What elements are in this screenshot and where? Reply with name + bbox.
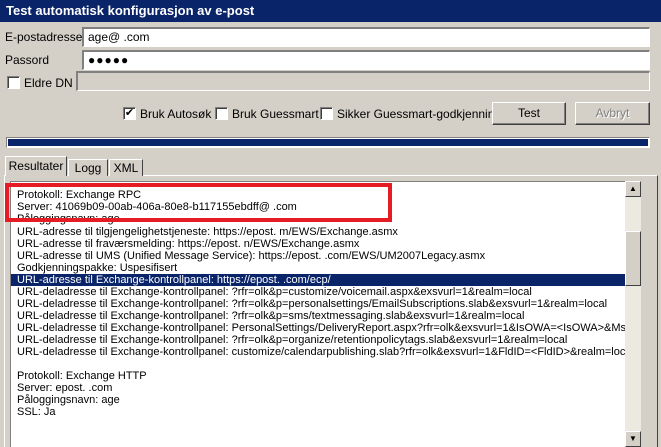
result-line[interactable]: URL-adresse til fraværsmelding: https://… xyxy=(11,238,641,250)
tab-resultater[interactable]: Resultater xyxy=(5,156,67,176)
password-field[interactable]: ●●●●● xyxy=(82,50,650,70)
test-button[interactable]: Test xyxy=(492,102,566,125)
window-title: Test automatisk konfigurasjon av e-post xyxy=(0,0,661,22)
scroll-thumb[interactable] xyxy=(625,231,641,286)
guessmart-checkbox[interactable] xyxy=(215,107,228,120)
result-line[interactable]: Påloggingsnavn: age xyxy=(11,394,641,406)
result-line[interactable]: Godkjenningspakke: Uspesifisert xyxy=(11,262,641,274)
check-mark-icon: ✔ xyxy=(124,107,135,119)
result-line[interactable]: URL-deladresse til Exchange-kontrollpane… xyxy=(11,298,641,310)
secure-guessmart-label: Sikker Guessmart-godkjenning xyxy=(337,107,502,121)
progress-bar xyxy=(6,137,650,148)
email-field[interactable]: age@ .com xyxy=(82,27,650,47)
results-scrollbar[interactable]: ▲ ▼ xyxy=(625,181,641,447)
result-line[interactable] xyxy=(11,358,641,370)
legacy-dn-checkbox[interactable] xyxy=(7,76,20,89)
result-line[interactable]: Server: epost. .com xyxy=(11,382,641,394)
email-label: E-postadresse xyxy=(5,30,83,44)
result-line[interactable]: SSL: Ja xyxy=(11,406,641,418)
scroll-down-button[interactable]: ▼ xyxy=(625,431,641,447)
secure-guessmart-checkbox[interactable] xyxy=(320,107,333,120)
guessmart-label: Bruk Guessmart xyxy=(232,107,319,121)
legacy-dn-field xyxy=(76,71,650,91)
result-line[interactable]: URL-adresse til Exchange-kontrollpanel: … xyxy=(11,274,641,286)
tab-logg[interactable]: Logg xyxy=(68,159,108,176)
legacy-dn-label: Eldre DN xyxy=(24,76,73,90)
result-line[interactable]: URL-deladresse til Exchange-kontrollpane… xyxy=(11,310,641,322)
result-line[interactable]: URL-adresse til tilgjengelighetstjeneste… xyxy=(11,226,641,238)
arrow-up-icon: ▲ xyxy=(629,184,637,193)
result-line[interactable]: URL-deladresse til Exchange-kontrollpane… xyxy=(11,322,641,334)
result-line[interactable]: URL-deladresse til Exchange-kontrollpane… xyxy=(11,346,641,358)
result-line[interactable]: URL-deladresse til Exchange-kontrollpane… xyxy=(11,334,641,346)
progress-fill xyxy=(8,139,648,146)
scroll-up-button[interactable]: ▲ xyxy=(625,181,641,197)
result-line[interactable]: URL-adresse til UMS (Unified Message Ser… xyxy=(11,250,641,262)
result-line[interactable]: URL-deladresse til Exchange-kontrollpane… xyxy=(11,286,641,298)
autodiscover-label: Bruk Autosøk xyxy=(140,107,212,121)
result-line[interactable]: Protokoll: Exchange HTTP xyxy=(11,370,641,382)
arrow-down-icon: ▼ xyxy=(629,434,637,443)
password-label: Passord xyxy=(5,53,50,67)
autodiscover-checkbox[interactable]: ✔ xyxy=(123,107,136,120)
tab-xml[interactable]: XML xyxy=(109,159,143,176)
highlight-annotation xyxy=(5,183,392,222)
autoconfig-dialog: Test automatisk konfigurasjon av e-post … xyxy=(0,0,661,447)
cancel-button[interactable]: Avbryt xyxy=(575,102,650,125)
